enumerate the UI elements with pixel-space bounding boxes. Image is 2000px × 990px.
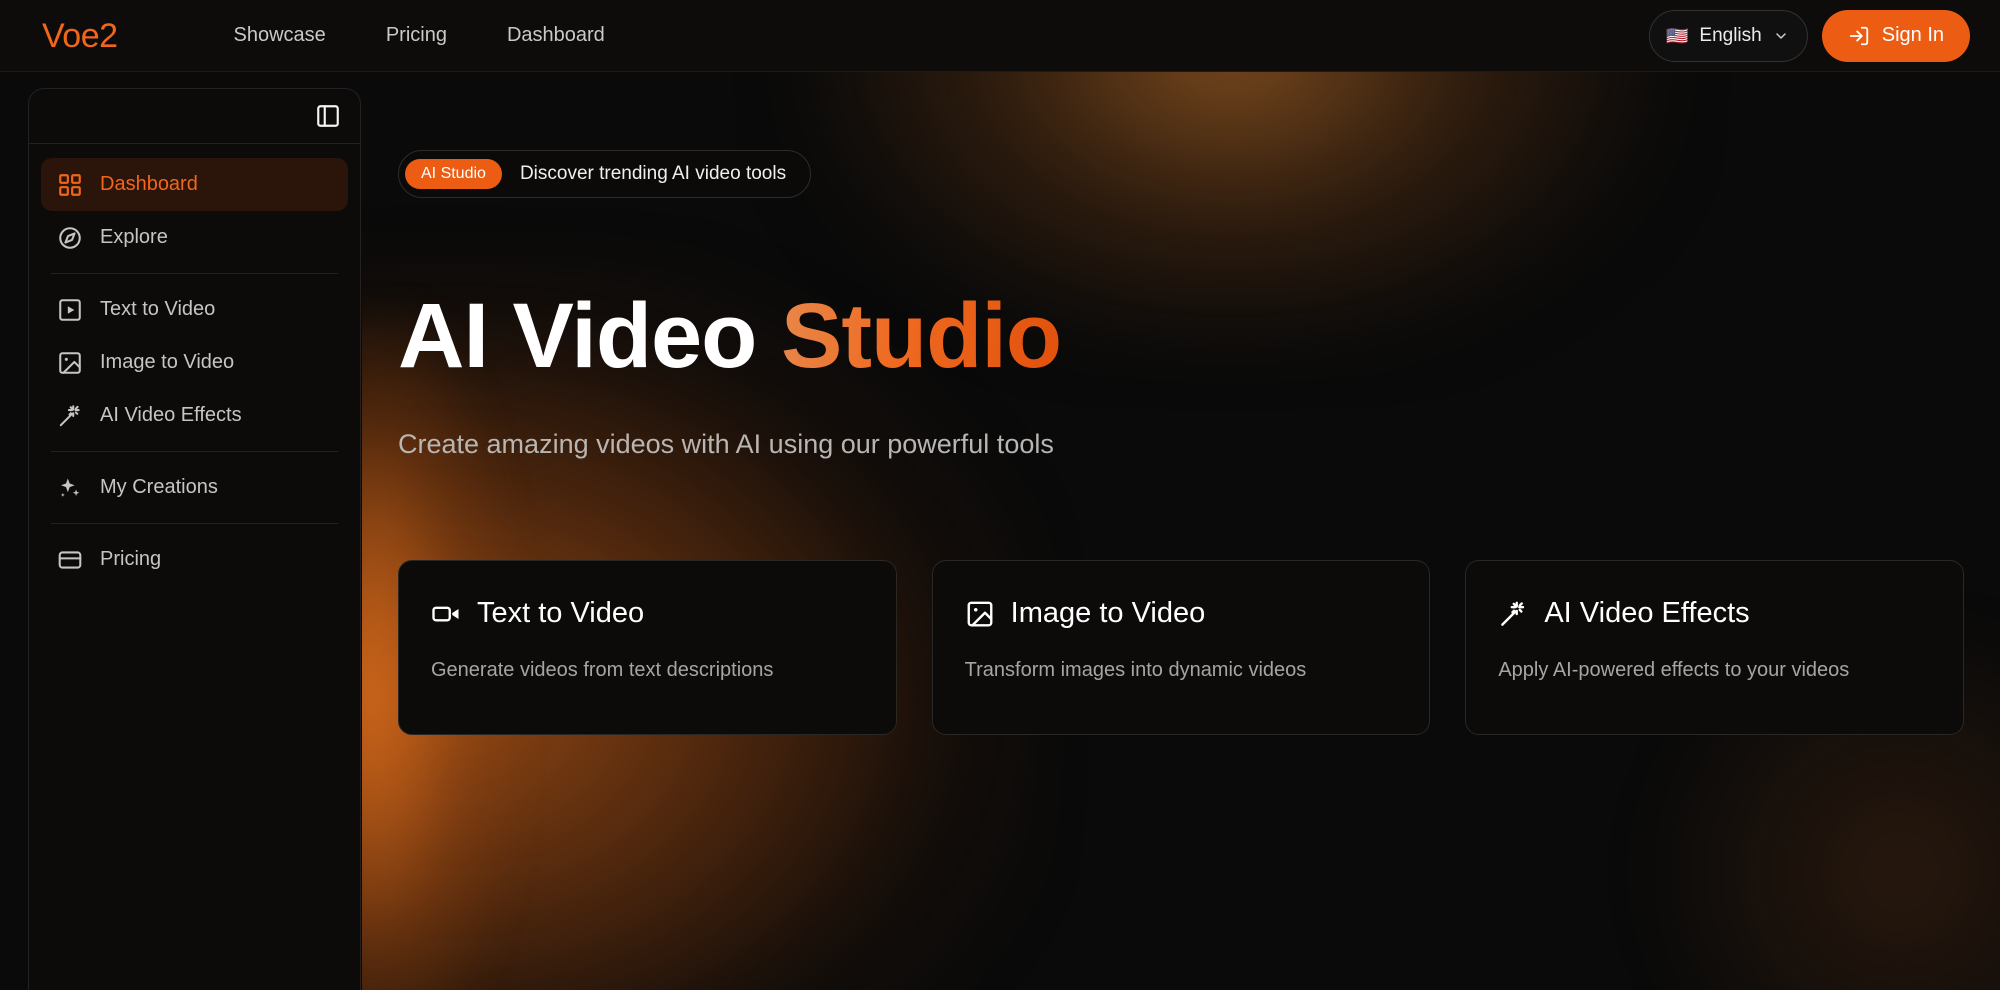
sidebar-item-label: Dashboard	[100, 173, 198, 195]
sidebar-item-dashboard[interactable]: Dashboard	[41, 158, 348, 211]
sparkles-icon	[57, 475, 83, 501]
image-icon	[965, 599, 995, 629]
card-description: Apply AI-powered effects to your videos	[1498, 659, 1850, 681]
video-camera-icon	[431, 599, 461, 629]
page-title: AI Video Studio	[398, 290, 1062, 382]
trending-badge[interactable]: AI Studio Discover trending AI video too…	[398, 150, 812, 198]
feature-card-text-to-video[interactable]: Text to Video Generate videos from text …	[398, 560, 897, 735]
image-icon	[57, 350, 83, 376]
feature-cards: Text to Video Generate videos from text …	[398, 560, 1965, 735]
us-flag-icon: 🇺🇸	[1665, 25, 1689, 46]
chevron-down-icon	[1773, 28, 1789, 44]
main-nav: Showcase Pricing Dashboard	[204, 24, 635, 47]
sidebar-item-ai-video-effects[interactable]: AI Video Effects	[41, 389, 348, 442]
login-arrow-icon	[1848, 25, 1870, 47]
card-title: Image to Video	[1010, 597, 1206, 629]
sidebar-item-label: My Creations	[100, 476, 218, 498]
sidebar-item-label: AI Video Effects	[100, 404, 242, 426]
nav-item-pricing[interactable]: Pricing	[356, 24, 477, 47]
sidebar-divider	[51, 273, 338, 274]
sign-in-label: Sign In	[1881, 24, 1944, 46]
card-header: Image to Video	[965, 597, 1398, 630]
panel-left-icon[interactable]	[315, 103, 341, 129]
nav-item-showcase[interactable]: Showcase	[204, 24, 356, 47]
play-square-icon	[57, 297, 83, 323]
sidebar-item-label: Pricing	[100, 548, 162, 570]
nav-item-dashboard[interactable]: Dashboard	[477, 24, 635, 47]
sidebar-item-label: Image to Video	[100, 351, 235, 373]
page-title-primary: AI Video	[398, 285, 757, 387]
feature-card-image-to-video[interactable]: Image to Video Transform images into dyn…	[931, 560, 1431, 735]
sidebar-item-pricing[interactable]: Pricing	[41, 533, 348, 586]
language-label: English	[1699, 24, 1762, 46]
sidebar-item-my-creations[interactable]: My Creations	[41, 461, 348, 514]
magic-wand-icon	[1498, 599, 1528, 629]
sign-in-button[interactable]: Sign In	[1821, 9, 1970, 62]
layout-grid-icon	[57, 172, 83, 198]
card-description: Transform images into dynamic videos	[964, 659, 1307, 681]
sidebar-header	[29, 89, 360, 144]
sidebar-divider	[51, 523, 338, 524]
sidebar-item-label: Explore	[100, 226, 168, 248]
badge-pill-label: AI Studio	[405, 159, 502, 189]
sidebar-divider	[51, 451, 338, 452]
card-header: Text to Video	[431, 597, 864, 630]
card-header: AI Video Effects	[1498, 597, 1931, 630]
page-title-accent: Studio	[780, 285, 1062, 387]
card-description: Generate videos from text descriptions	[431, 659, 774, 681]
sidebar-item-text-to-video[interactable]: Text to Video	[41, 283, 348, 336]
language-selector[interactable]: 🇺🇸 English	[1648, 9, 1808, 62]
badge-text: Discover trending AI video tools	[519, 163, 787, 184]
sidebar: Dashboard Explore Text to Video Image to…	[28, 88, 361, 990]
compass-icon	[57, 225, 83, 251]
feature-card-ai-video-effects[interactable]: AI Video Effects Apply AI-powered effect…	[1465, 560, 1965, 735]
page-subtitle: Create amazing videos with AI using our …	[398, 429, 1054, 459]
credit-card-icon	[57, 547, 83, 573]
top-header: Voe2 Showcase Pricing Dashboard 🇺🇸 Engli…	[0, 0, 2000, 72]
sidebar-item-image-to-video[interactable]: Image to Video	[41, 336, 348, 389]
sidebar-item-label: Text to Video	[100, 298, 216, 320]
sidebar-item-explore[interactable]: Explore	[41, 211, 348, 264]
main-content: AI Studio Discover trending AI video too…	[362, 72, 2000, 990]
card-title: AI Video Effects	[1544, 597, 1750, 629]
header-actions: 🇺🇸 English Sign In	[1648, 9, 1970, 62]
card-title: Text to Video	[477, 597, 645, 629]
magic-wand-icon	[57, 403, 83, 429]
brand-logo[interactable]: Voe2	[42, 19, 118, 53]
sidebar-nav: Dashboard Explore Text to Video Image to…	[29, 144, 360, 586]
